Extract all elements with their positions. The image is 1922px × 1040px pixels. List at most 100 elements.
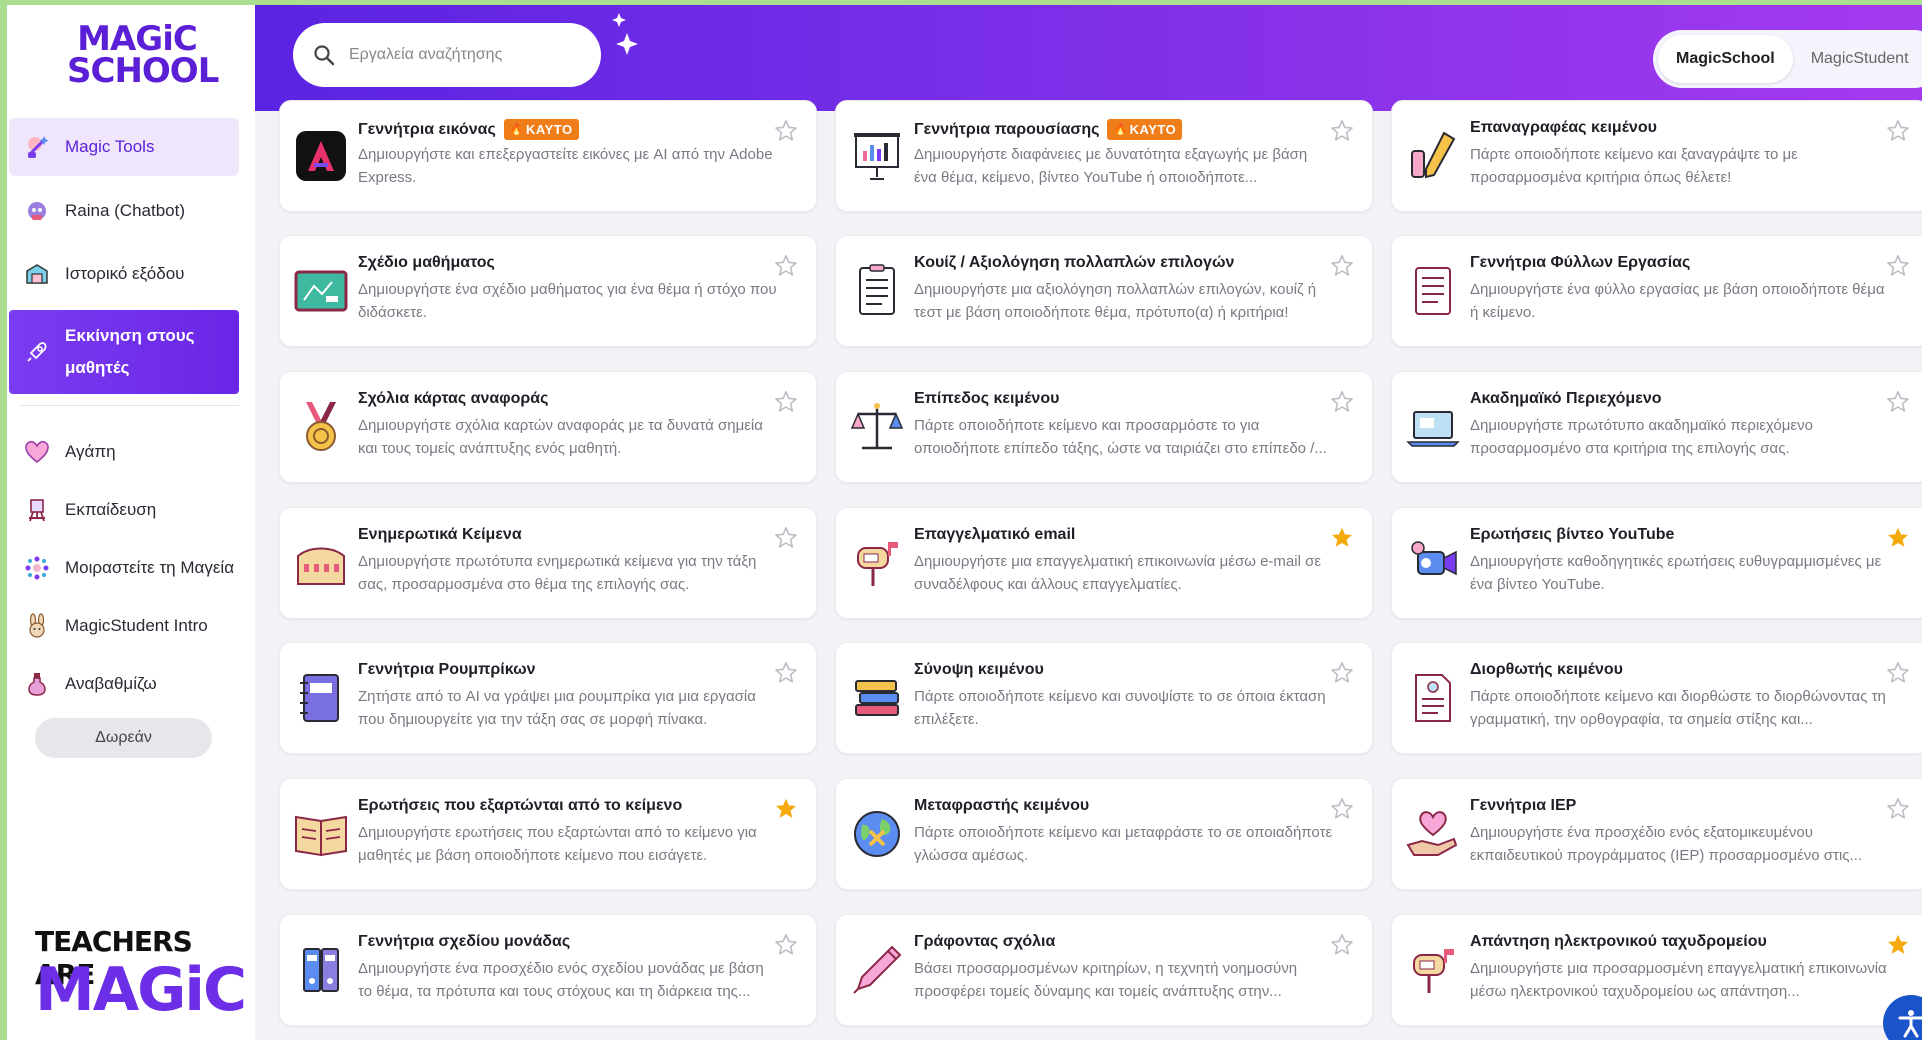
star-filled-icon[interactable] bbox=[1886, 526, 1910, 550]
tool-card[interactable]: Ερωτήσεις βίντεο YouTube Δημιουργήστε καθ… bbox=[1391, 507, 1922, 619]
tool-card-title-text: Σχόλια κάρτας αναφοράς bbox=[358, 390, 549, 407]
sidebar-item-training[interactable]: Εκπαίδευση bbox=[9, 481, 239, 539]
pencil-eraser-icon bbox=[1404, 127, 1462, 185]
adobe-icon bbox=[292, 127, 350, 185]
star-outline-icon[interactable] bbox=[1886, 661, 1910, 685]
tool-card-description: Δημιουργήστε ένα προσχέδιο ενός σχεδίου … bbox=[358, 960, 764, 1000]
sidebar-item-label: Magic Tools bbox=[65, 137, 155, 156]
tool-card[interactable]: Γράφοντας σχόλια Βάσει προσαρμοσμένων κρι… bbox=[835, 914, 1373, 1026]
tool-card[interactable]: Επαναγραφέας κειμένου Πάρτε οποιοδήποτε κ… bbox=[1391, 100, 1922, 212]
star-outline-icon[interactable] bbox=[1330, 254, 1354, 278]
fire-icon: 🔥 bbox=[509, 124, 525, 136]
tool-card[interactable]: Γεννήτρια IEP Δημιουργήστε ένα προσχέδιο … bbox=[1391, 778, 1922, 890]
tool-card-title: Γεννήτρια παρουσίασης 🔥 ΚΑΥΤΟ bbox=[914, 119, 1183, 140]
history-box-icon bbox=[23, 260, 51, 288]
star-filled-icon[interactable] bbox=[1330, 526, 1354, 550]
tool-card-description: Δημιουργήστε πρωτότυπα ενημερωτικά κείμε… bbox=[358, 553, 757, 593]
sidebar-item-magicstudent-intro[interactable]: MagicStudent Intro bbox=[9, 597, 239, 655]
tool-card-title-text: Μεταφραστής κειμένου bbox=[914, 797, 1090, 814]
tool-card[interactable]: Σχόλια κάρτας αναφοράς Δημιουργήστε σχόλι… bbox=[279, 371, 817, 483]
tool-card-description: Πάρτε οποιοδήποτε κείμενο και προσαρμόστ… bbox=[914, 417, 1327, 457]
open-book-icon bbox=[292, 805, 350, 863]
search-box[interactable] bbox=[293, 23, 601, 87]
sidebar-item-share-the-magic[interactable]: Μοιραστείτε τη Μαγεία bbox=[9, 539, 239, 597]
logo-line-2: SCHOOL bbox=[67, 51, 219, 91]
tool-card-title: Ερωτήσεις βίντεο YouTube bbox=[1470, 526, 1674, 544]
document-icon bbox=[1404, 669, 1462, 727]
tool-card-title: Ακαδημαϊκό Περιεχόμενο bbox=[1470, 390, 1661, 408]
sidebar-item-launch-to-students[interactable]: Εκκίνηση στους μαθητές bbox=[9, 310, 239, 394]
tool-card[interactable]: Μεταφραστής κειμένου Πάρτε οποιοδήποτε κε… bbox=[835, 778, 1373, 890]
top-header: MagicSchool MagicStudent bbox=[255, 5, 1922, 111]
medal-icon bbox=[292, 398, 350, 456]
tool-card-description: Δημιουργήστε σχόλια καρτών αναφοράς με τ… bbox=[358, 417, 763, 457]
tool-card-title: Γεννήτρια IEP bbox=[1470, 797, 1576, 815]
star-filled-icon[interactable] bbox=[1886, 933, 1910, 957]
tool-card-title-text: Σύνοψη κειμένου bbox=[914, 661, 1044, 678]
tool-card-title-text: Κουίζ / Αξιολόγηση πολλαπλών επιλογών bbox=[914, 254, 1235, 271]
tool-card-description: Δημιουργήστε διαφάνειες με δυνατότητα εξ… bbox=[914, 146, 1308, 186]
star-filled-icon[interactable] bbox=[774, 797, 798, 821]
star-outline-icon[interactable] bbox=[1330, 797, 1354, 821]
free-plan-button[interactable]: Δωρεάν bbox=[35, 718, 212, 758]
sidebar-item-upgrade[interactable]: Αναβαθμίζω bbox=[9, 655, 239, 713]
tool-card-title-text: Ερωτήσεις που εξαρτώνται από το κείμενο bbox=[358, 797, 683, 814]
tool-card[interactable]: Σύνοψη κειμένου Πάρτε οποιοδήποτε κείμενο… bbox=[835, 642, 1373, 754]
star-outline-icon[interactable] bbox=[1330, 661, 1354, 685]
star-outline-icon[interactable] bbox=[1886, 254, 1910, 278]
star-outline-icon[interactable] bbox=[774, 390, 798, 414]
easel-icon bbox=[23, 496, 51, 524]
tool-card-title: Ερωτήσεις που εξαρτώνται από το κείμενο bbox=[358, 797, 682, 815]
magicschool-logo[interactable]: MAGiC SCHOOL bbox=[67, 22, 219, 93]
heart-icon bbox=[23, 438, 51, 466]
star-outline-icon[interactable] bbox=[774, 526, 798, 550]
tool-card[interactable]: Κουίζ / Αξιολόγηση πολλαπλών επιλογών Δημ… bbox=[835, 235, 1373, 347]
sidebar-item-raina-chatbot[interactable]: Raina (Chatbot) bbox=[9, 182, 239, 240]
star-outline-icon[interactable] bbox=[1330, 933, 1354, 957]
tool-card-description: Ζητήστε από το AI να γράψει μια ρουμπρίκ… bbox=[358, 688, 756, 728]
tool-card[interactable]: Απάντηση ηλεκτρονικού ταχυδρομείου Δημιου… bbox=[1391, 914, 1922, 1026]
tool-card[interactable]: Διορθωτής κειμένου Πάρτε οποιοδήποτε κείμ… bbox=[1391, 642, 1922, 754]
tool-card-description: Δημιουργήστε μια επαγγελματική επικοινων… bbox=[914, 553, 1322, 593]
tool-card[interactable]: Γεννήτρια Φύλλων Εργασίας Δημιουργήστε έν… bbox=[1391, 235, 1922, 347]
tool-card[interactable]: Σχέδιο μαθήματος Δημιουργήστε ένα σχέδιο … bbox=[279, 235, 817, 347]
tool-card-title: Διορθωτής κειμένου bbox=[1470, 661, 1623, 679]
tool-card-title-text: Ερωτήσεις βίντεο YouTube bbox=[1470, 526, 1675, 543]
tool-card[interactable]: Επίπεδος κειμένου Πάρτε οποιοδήποτε κείμε… bbox=[835, 371, 1373, 483]
star-outline-icon[interactable] bbox=[1886, 797, 1910, 821]
tool-card[interactable]: Γεννήτρια εικόνας 🔥 ΚΑΥΤΟ Δημιουργήστε και … bbox=[279, 100, 817, 212]
tool-card-title-text: Επαγγελματικό email bbox=[914, 526, 1076, 543]
star-outline-icon[interactable] bbox=[1330, 119, 1354, 143]
sidebar-item-magic-tools[interactable]: Magic Tools bbox=[9, 118, 239, 176]
tool-card[interactable]: Ακαδημαϊκό Περιεχόμενο Δημιουργήστε πρωτό… bbox=[1391, 371, 1922, 483]
star-outline-icon[interactable] bbox=[1330, 390, 1354, 414]
tool-card[interactable]: Γεννήτρια παρουσίασης 🔥 ΚΑΥΤΟ Δημιουργήστε … bbox=[835, 100, 1373, 212]
star-outline-icon[interactable] bbox=[774, 254, 798, 278]
star-outline-icon[interactable] bbox=[774, 119, 798, 143]
star-outline-icon[interactable] bbox=[774, 661, 798, 685]
tool-card-description: Δημιουργήστε ένα προσχέδιο ενός εξατομικ… bbox=[1470, 824, 1863, 864]
tool-card-description: Δημιουργήστε μια αξιολόγηση πολλαπλών επ… bbox=[914, 281, 1317, 321]
tool-card-title-text: Γράφοντας σχόλια bbox=[914, 933, 1056, 950]
presentation-icon bbox=[848, 127, 906, 185]
sidebar-item-output-history[interactable]: Ιστορικό εξόδου bbox=[9, 245, 239, 303]
tool-card-title: Ενημερωτικά Κείμενα bbox=[358, 526, 522, 544]
tool-card-description: Δημιουργήστε και επεξεργαστείτε εικόνες … bbox=[358, 146, 773, 186]
star-outline-icon[interactable] bbox=[774, 933, 798, 957]
star-outline-icon[interactable] bbox=[1886, 390, 1910, 414]
globe-icon bbox=[848, 805, 906, 863]
tool-card[interactable]: Γεννήτρια Ρουμπρίκων Ζητήστε από το AI να… bbox=[279, 642, 817, 754]
sidebar: MAGiC SCHOOL Magic Tools Raina (Chatbot)… bbox=[7, 5, 255, 1040]
sidebar-item-love[interactable]: Αγάπη bbox=[9, 423, 239, 481]
toggle-magicstudent[interactable]: MagicStudent bbox=[1793, 35, 1922, 83]
tool-card-title: Επίπεδος κειμένου bbox=[914, 390, 1059, 408]
tool-card[interactable]: Γεννήτρια σχεδίου μονάδας Δημιουργήστε έν… bbox=[279, 914, 817, 1026]
tool-card[interactable]: Ενημερωτικά Κείμενα Δημιουργήστε πρωτότυπ… bbox=[279, 507, 817, 619]
star-outline-icon[interactable] bbox=[1886, 119, 1910, 143]
toggle-magicschool[interactable]: MagicSchool bbox=[1658, 35, 1793, 83]
sidebar-item-label: Εκπαίδευση bbox=[65, 500, 157, 519]
tool-card[interactable]: Ερωτήσεις που εξαρτώνται από το κείμενο Δ… bbox=[279, 778, 817, 890]
hot-badge-label: ΚΑΥΤΟ bbox=[526, 122, 573, 137]
search-input[interactable] bbox=[349, 46, 569, 64]
tool-card[interactable]: Επαγγελματικό email Δημιουργήστε μια επαγ… bbox=[835, 507, 1373, 619]
